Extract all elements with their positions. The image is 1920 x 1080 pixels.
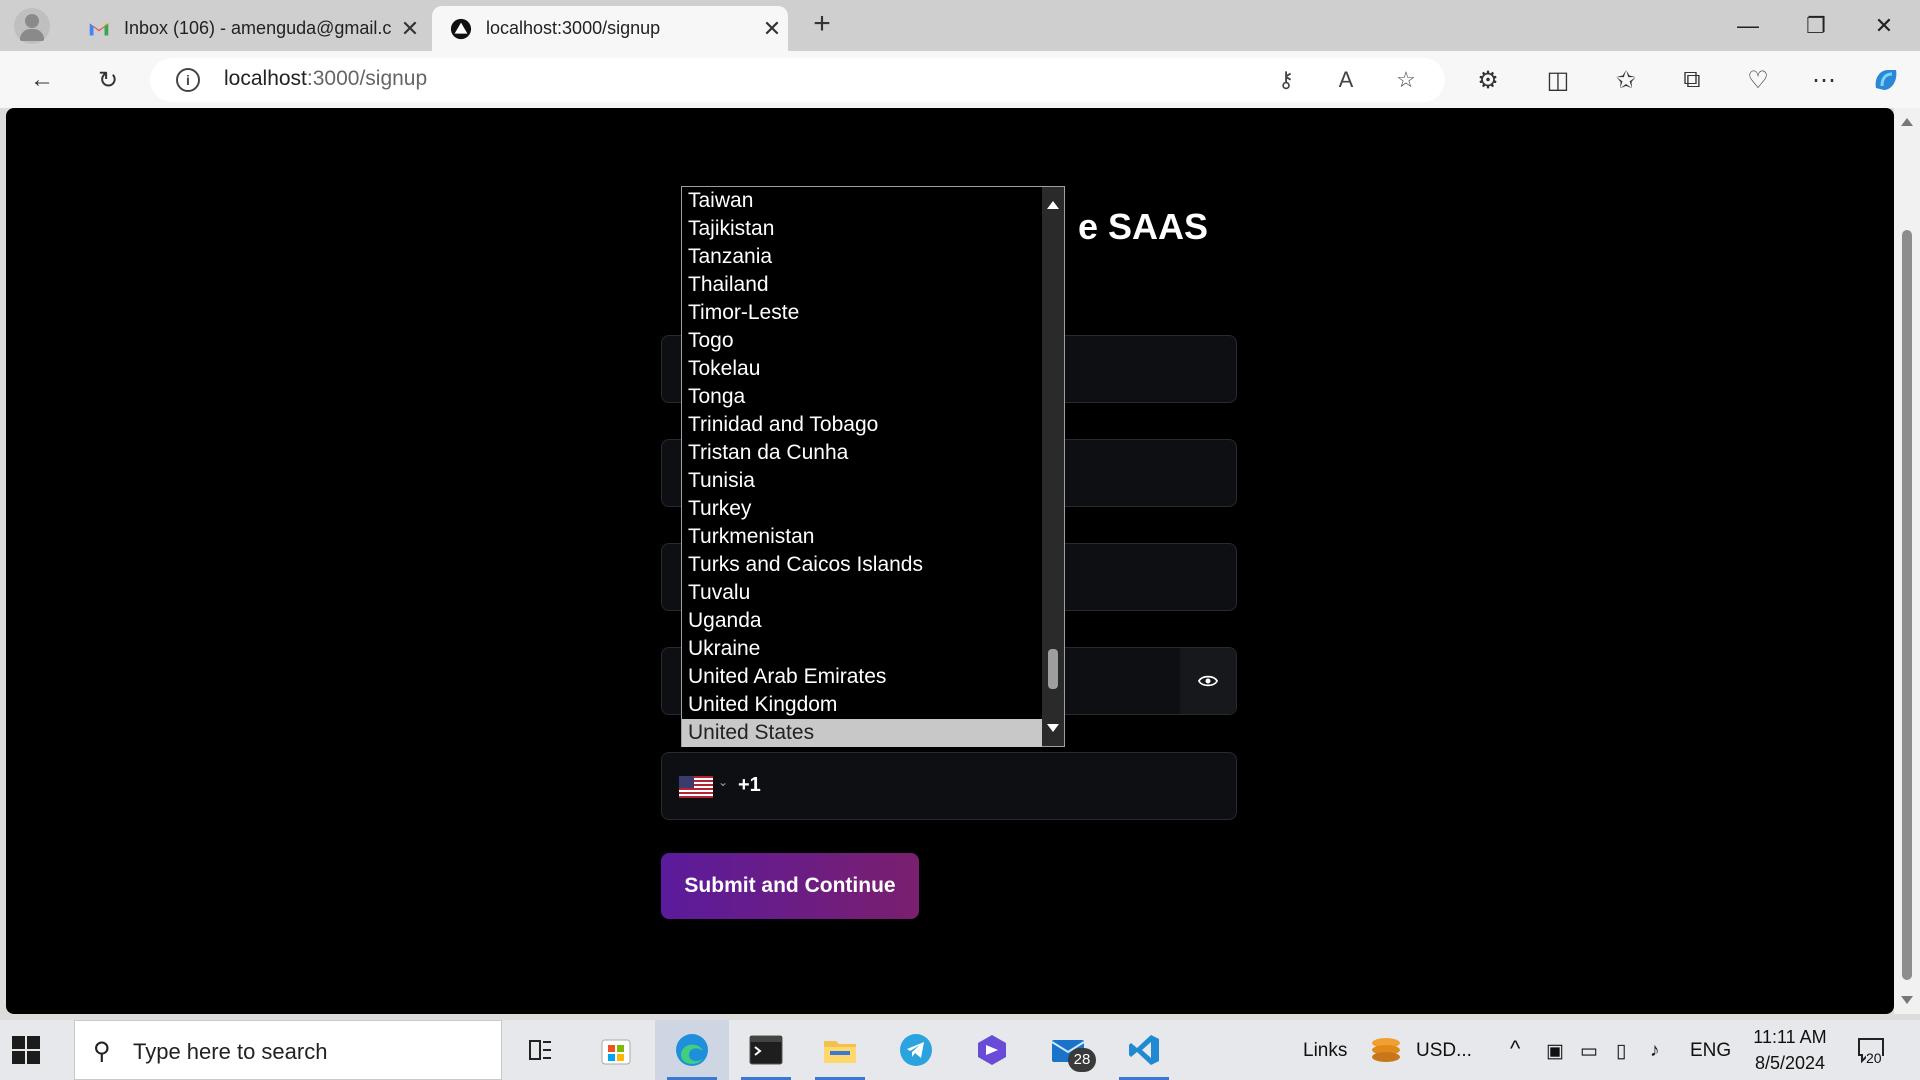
telegram-icon[interactable]: [879, 1020, 953, 1080]
input-language-indicator[interactable]: ENG: [1690, 1040, 1731, 1062]
microsoft-store-icon[interactable]: [579, 1020, 653, 1080]
volume-icon[interactable]: ♪: [1650, 1040, 1660, 1062]
search-icon: ⚲: [93, 1038, 111, 1065]
country-option[interactable]: United Kingdom: [682, 691, 1042, 719]
split-screen-icon[interactable]: ◫: [1540, 62, 1576, 98]
country-option[interactable]: Tristan da Cunha: [682, 439, 1042, 467]
submit-button[interactable]: Submit and Continue: [661, 853, 919, 919]
dropdown-scroll-thumb[interactable]: [1048, 649, 1058, 689]
page-scroll-thumb[interactable]: [1902, 230, 1912, 980]
mail-icon[interactable]: [1031, 1020, 1105, 1080]
address-bar-url[interactable]: localhost:3000/signup: [224, 67, 427, 91]
country-option[interactable]: Uganda: [682, 607, 1042, 635]
password-key-icon[interactable]: ⚷: [1270, 64, 1302, 96]
taskbar-search-box[interactable]: ⚲ Type here to search: [74, 1020, 502, 1080]
reload-icon[interactable]: ↻: [90, 62, 126, 98]
profile-avatar-icon[interactable]: [14, 8, 50, 44]
scroll-down-arrow-icon[interactable]: [1901, 996, 1913, 1004]
taskbar-clock[interactable]: 11:11 AM 8/5/2024: [1746, 1024, 1834, 1076]
country-options-list[interactable]: Taiwan Tajikistan Tanzania Thailand Timo…: [682, 187, 1042, 747]
collections-icon[interactable]: ⧉: [1674, 62, 1710, 98]
tab-gmail[interactable]: Inbox (106) - amenguda@gmail.c ✕: [70, 6, 426, 51]
scroll-down-arrow-icon[interactable]: [1047, 724, 1059, 732]
settings-more-icon[interactable]: ⋯: [1806, 62, 1842, 98]
read-aloud-icon[interactable]: A: [1330, 64, 1362, 96]
country-option[interactable]: Taiwan: [682, 187, 1042, 215]
terminal-icon[interactable]: [729, 1020, 803, 1080]
country-option[interactable]: Turkmenistan: [682, 523, 1042, 551]
site-info-icon[interactable]: i: [176, 68, 200, 92]
country-option[interactable]: United Arab Emirates: [682, 663, 1042, 691]
close-tab-icon[interactable]: ✕: [756, 16, 788, 42]
links-toolbar-label[interactable]: Links: [1303, 1040, 1347, 1062]
task-view-icon[interactable]: [504, 1020, 578, 1080]
country-option-selected[interactable]: United States: [682, 719, 1042, 747]
extensions-icon[interactable]: ⚙: [1470, 62, 1506, 98]
country-option[interactable]: Ukraine: [682, 635, 1042, 663]
country-option[interactable]: Tonga: [682, 383, 1042, 411]
battery-icon[interactable]: ▭: [1580, 1040, 1598, 1063]
country-option[interactable]: Tuvalu: [682, 579, 1042, 607]
scroll-up-arrow-icon[interactable]: [1047, 201, 1059, 209]
show-password-eye-icon[interactable]: [1180, 648, 1236, 714]
chevron-down-icon[interactable]: ⌄: [718, 775, 728, 789]
mail-unread-badge: 28: [1068, 1048, 1096, 1072]
country-option[interactable]: Togo: [682, 327, 1042, 355]
close-window-button[interactable]: ✕: [1850, 0, 1918, 51]
tab-title: Inbox (106) - amenguda@gmail.c: [124, 18, 392, 38]
stock-ticker-label[interactable]: USD...: [1416, 1040, 1472, 1062]
country-option[interactable]: Thailand: [682, 271, 1042, 299]
scroll-up-arrow-icon[interactable]: [1901, 118, 1913, 126]
tab-title: localhost:3000/signup: [486, 18, 661, 38]
country-option[interactable]: Turks and Caicos Islands: [682, 551, 1042, 579]
page-scrollbar[interactable]: [1894, 108, 1920, 1014]
phone-country-code: +1: [738, 774, 761, 796]
copilot-icon[interactable]: [1868, 62, 1904, 98]
windows-start-icon[interactable]: [12, 1036, 40, 1064]
country-option[interactable]: Tanzania: [682, 243, 1042, 271]
clock-time: 11:11 AM: [1753, 1027, 1827, 1047]
us-flag-icon[interactable]: [679, 776, 713, 798]
stock-ticker-icon[interactable]: [1364, 1020, 1408, 1080]
notification-count: 20: [1866, 1050, 1882, 1066]
app-logo-icon: [450, 18, 472, 39]
browser-essentials-icon[interactable]: ♡: [1740, 62, 1776, 98]
country-option[interactable]: Tokelau: [682, 355, 1042, 383]
restore-button[interactable]: ❐: [1782, 0, 1850, 51]
close-tab-icon[interactable]: ✕: [394, 16, 426, 42]
clock-date: 8/5/2024: [1754, 1053, 1826, 1073]
power-automate-icon[interactable]: [955, 1020, 1029, 1080]
vscode-icon[interactable]: [1107, 1020, 1181, 1080]
file-explorer-icon[interactable]: [803, 1020, 877, 1080]
country-option[interactable]: Tajikistan: [682, 215, 1042, 243]
search-placeholder: Type here to search: [133, 1039, 328, 1064]
gmail-icon: [89, 22, 109, 35]
phone-field[interactable]: ⌄ +1: [661, 752, 1237, 820]
country-option[interactable]: Turkey: [682, 495, 1042, 523]
dropdown-scrollbar[interactable]: [1042, 187, 1064, 746]
country-option[interactable]: Timor-Leste: [682, 299, 1042, 327]
new-tab-button[interactable]: +: [806, 9, 838, 41]
favorites-icon[interactable]: ✩: [1608, 62, 1644, 98]
tab-signup[interactable]: localhost:3000/signup ✕: [432, 6, 788, 51]
country-select-dropdown[interactable]: Taiwan Tajikistan Tanzania Thailand Timo…: [681, 186, 1065, 747]
network-icon[interactable]: ▯: [1616, 1040, 1626, 1063]
edge-browser-icon[interactable]: [655, 1020, 729, 1080]
favorite-star-icon[interactable]: ☆: [1390, 64, 1422, 96]
back-icon[interactable]: ←: [24, 62, 60, 98]
country-option[interactable]: Tunisia: [682, 467, 1042, 495]
meet-now-icon[interactable]: ▣: [1546, 1040, 1564, 1063]
show-hidden-icons-icon[interactable]: ^: [1510, 1036, 1520, 1062]
page-title: e SAAS: [1078, 206, 1209, 247]
minimize-button[interactable]: —: [1714, 0, 1782, 51]
country-option[interactable]: Trinidad and Tobago: [682, 411, 1042, 439]
